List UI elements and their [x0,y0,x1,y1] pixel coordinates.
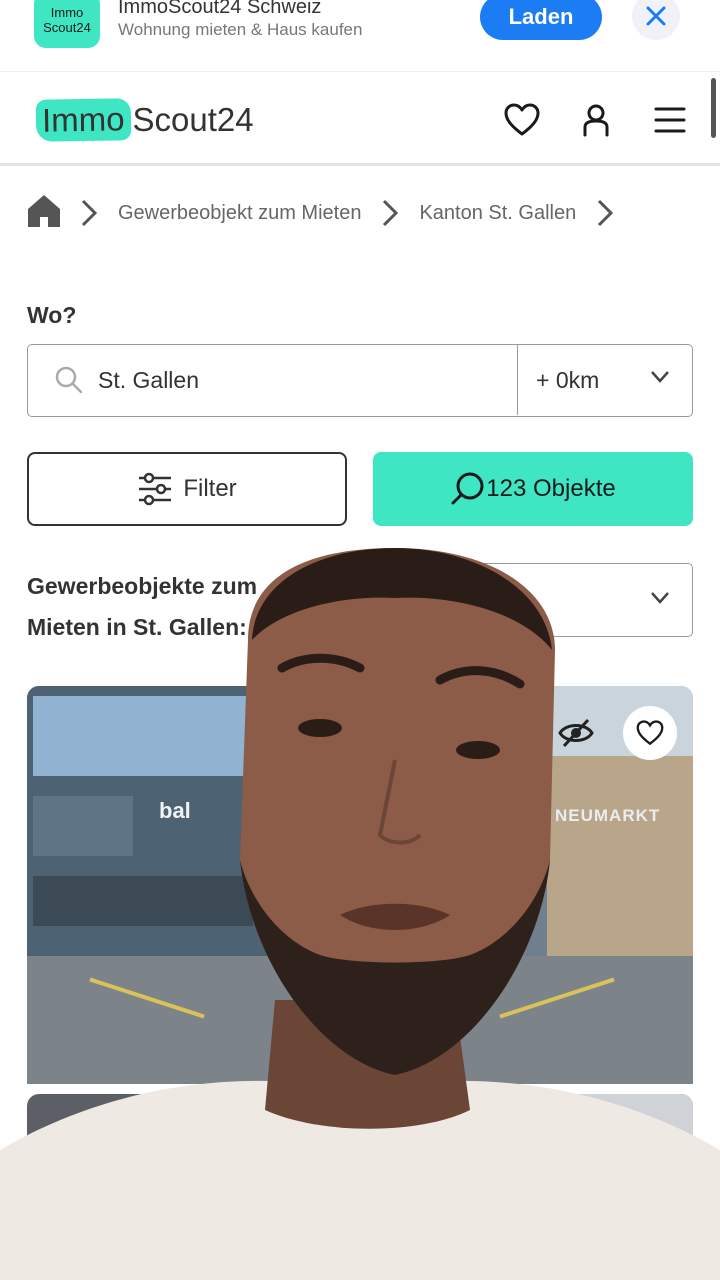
favorite-listing-button[interactable] [623,706,677,760]
chevron-right-icon [596,198,614,228]
results-heading: Gewerbeobjekte zum Mieten in St. Gallen: [27,566,327,648]
radius-value: + 0km [536,366,600,393]
search-icon [55,366,83,394]
hide-listing-button[interactable] [549,706,603,760]
user-icon [583,104,609,137]
location-label: Wo? [27,302,77,328]
app-icon-text-2: Scout24 [43,20,91,35]
page-scrollbar[interactable] [711,78,716,138]
sort-select[interactable]: ote [440,563,693,637]
listing-photo-building-mid [267,776,547,956]
logo-immo: Immo [35,98,131,142]
app-install-banner: Immo Scout24 ImmoScout24 Schweiz Wohnung… [0,0,720,72]
listing-photo-sign-neumarkt: NEUMARKT [555,806,661,825]
listing-photo-building [27,686,267,956]
breadcrumb-item-gewerbeobjekt[interactable]: Gewerbeobjekt zum Mieten [118,202,361,225]
app-icon-text-1: Immo [50,5,84,20]
location-search: St. Gallen + 0km [27,344,693,417]
eye-off-icon [558,718,594,748]
search-icon [451,472,484,505]
app-banner-title: ImmoScout24 Schweiz [118,0,322,18]
heart-icon [504,103,540,136]
location-input[interactable]: St. Gallen [28,345,518,415]
menu-icon [654,107,686,133]
listing-photo-street [27,956,693,1084]
listing-card[interactable] [27,1094,693,1280]
favorites-button[interactable] [502,100,542,140]
results-heading-line1: Gewerbeobjekte zum [27,573,258,599]
chevron-right-icon [80,198,98,228]
show-results-label: 123 Objekte [486,475,616,502]
app-banner-subtitle: Wohnung mieten & Haus kaufen [118,20,363,39]
location-input-value: St. Gallen [98,366,199,393]
breadcrumb-item-kanton[interactable]: Kanton St. Gallen [419,202,576,225]
chevron-down-icon [651,371,669,383]
listing-photo-ceiling [497,1094,693,1154]
site-logo[interactable]: Immo Scout24 [35,98,254,142]
listing-photo-building-right [547,756,693,956]
chevron-down-icon [651,592,669,604]
breadcrumb: Gewerbeobjekt zum Mieten Kanton St. Gall… [26,190,614,236]
chevron-right-icon [381,198,399,228]
close-banner-button[interactable] [632,0,680,40]
breadcrumb-home[interactable] [26,193,62,234]
listing-photo-sign-bal: bal [159,798,191,823]
listing-card[interactable]: bal NEUMARKT [27,686,693,1084]
app-icon: Immo Scout24 [34,0,100,48]
show-results-button[interactable]: 123 Objekte [373,452,693,526]
menu-button[interactable] [650,100,690,140]
filter-button[interactable]: Filter [27,452,347,526]
app-download-button[interactable]: Laden [480,0,602,40]
sliders-icon [139,472,172,506]
radius-select[interactable]: + 0km [518,345,692,415]
filter-button-label: Filter [183,475,237,502]
home-icon [28,194,60,227]
logo-scout24: Scout24 [132,101,254,138]
site-header: Immo Scout24 [0,72,720,166]
results-heading-line2: Mieten in St. Gallen: [27,614,247,640]
heart-icon [636,720,664,746]
close-icon [646,6,666,26]
sort-select-value: ote [501,588,533,614]
account-button[interactable] [576,100,616,140]
